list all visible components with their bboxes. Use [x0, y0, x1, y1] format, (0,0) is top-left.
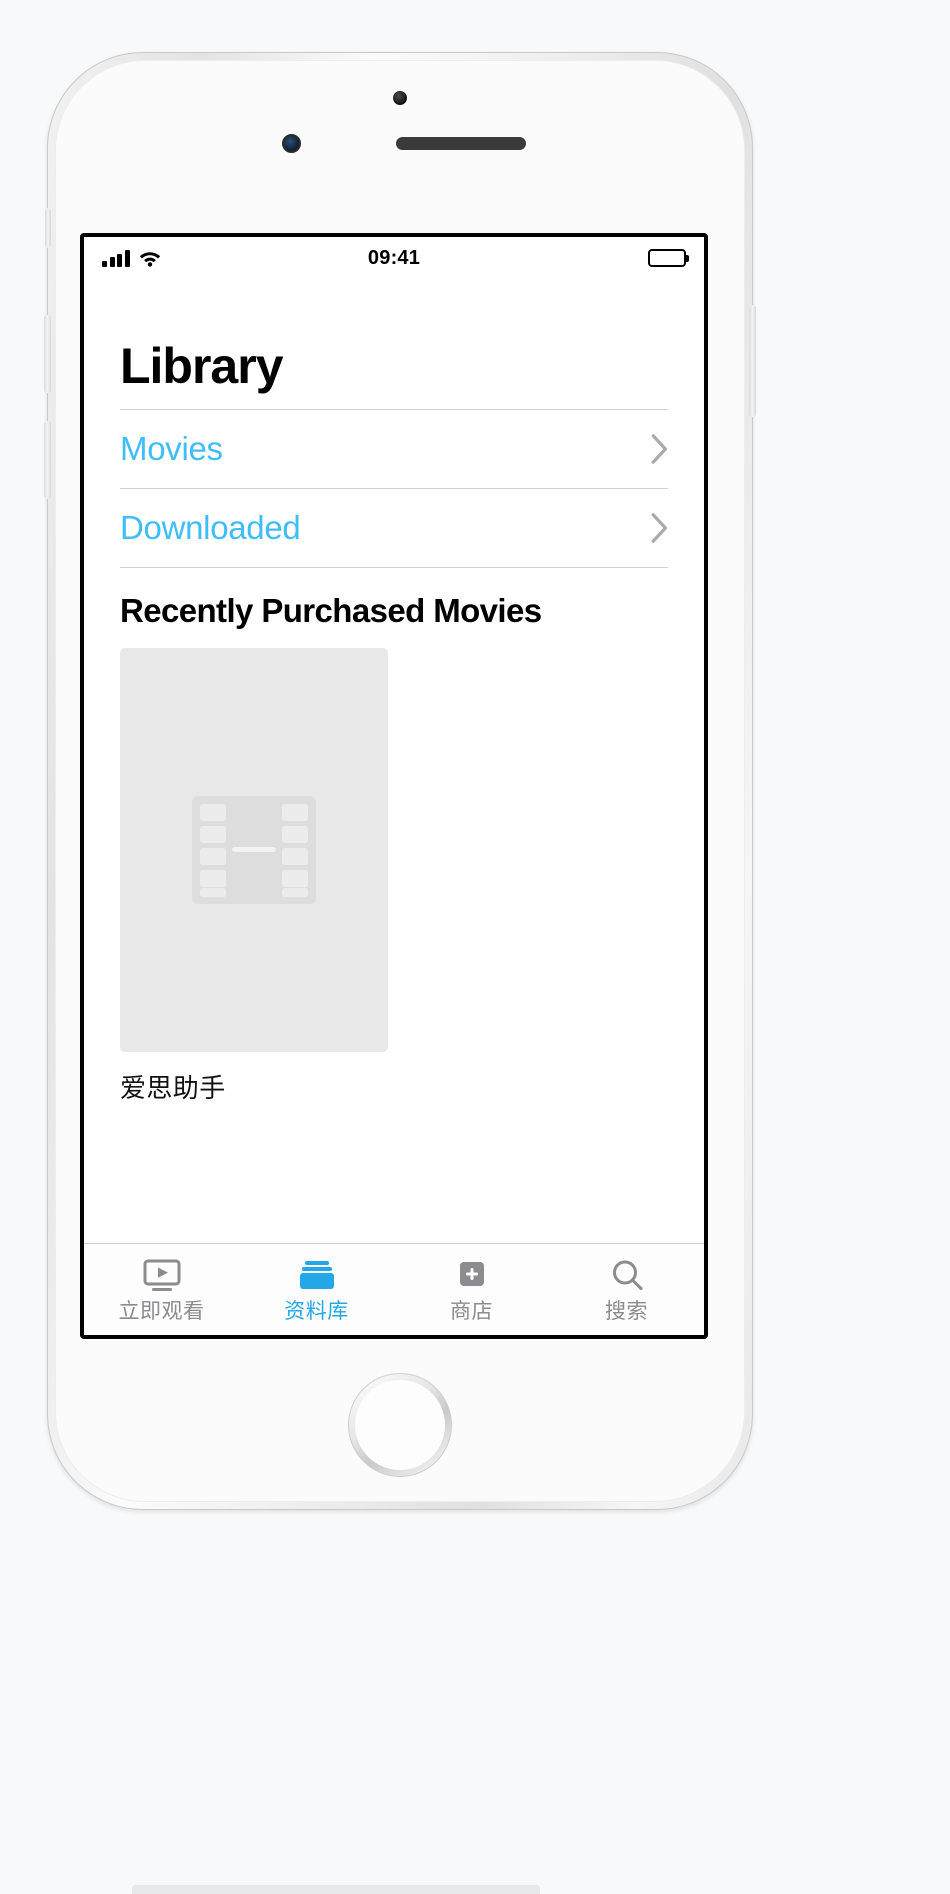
list-item-label: Movies [120, 430, 223, 467]
movie-artwork-placeholder[interactable] [120, 648, 388, 1052]
power-button[interactable] [749, 305, 756, 417]
recently-purchased-shelf: 爱思助手 [84, 642, 704, 1105]
status-bar-clock: 09:41 [367, 246, 421, 269]
chevron-right-icon [651, 434, 667, 464]
home-button[interactable] [348, 1373, 452, 1477]
section-heading-recently-purchased: Recently Purchased Movies [120, 567, 668, 642]
list-item-downloaded[interactable]: Downloaded [120, 488, 668, 567]
tab-label: 资料库 [284, 1299, 349, 1323]
plus-square-icon [459, 1261, 484, 1286]
front-camera-icon [282, 134, 301, 153]
silent-switch[interactable] [45, 208, 51, 248]
tab-bar: 立即观看 资料库 商店 搜索 [84, 1243, 704, 1335]
tab-library[interactable]: 资料库 [239, 1244, 394, 1335]
movie-title: 爱思助手 [120, 1073, 226, 1103]
magnifier-icon [612, 1260, 642, 1290]
film-strip-placeholder-icon [192, 796, 316, 904]
page-bottom-strip [132, 1885, 540, 1894]
tab-label: 立即观看 [118, 1299, 205, 1323]
play-rectangle-icon [143, 1259, 180, 1291]
status-bar-right [648, 249, 689, 267]
library-content: Library Movies Downloaded Recently Purch… [84, 279, 704, 1243]
proximity-sensor-icon [393, 91, 407, 105]
screenshot-canvas: 09:41 Library Movies Downloaded Recently… [0, 0, 950, 1894]
tab-watch-now[interactable]: 立即观看 [84, 1244, 239, 1335]
page-title: Library [120, 338, 284, 394]
library-stack-icon [299, 1260, 334, 1289]
tab-label: 搜索 [605, 1299, 648, 1323]
status-bar: 09:41 [84, 237, 704, 279]
volume-up-button[interactable] [44, 315, 51, 393]
earpiece-speaker [396, 137, 526, 150]
list-item-movies[interactable]: Movies [120, 409, 668, 488]
chevron-right-icon [651, 513, 667, 543]
tab-label: 商店 [450, 1299, 493, 1323]
volume-down-button[interactable] [44, 421, 51, 499]
battery-full-icon [648, 249, 689, 267]
list-item-label: Downloaded [120, 509, 301, 546]
tab-store[interactable]: 商店 [394, 1244, 549, 1335]
phone-screen: 09:41 Library Movies Downloaded Recently… [80, 233, 708, 1339]
tab-search[interactable]: 搜索 [549, 1244, 704, 1335]
